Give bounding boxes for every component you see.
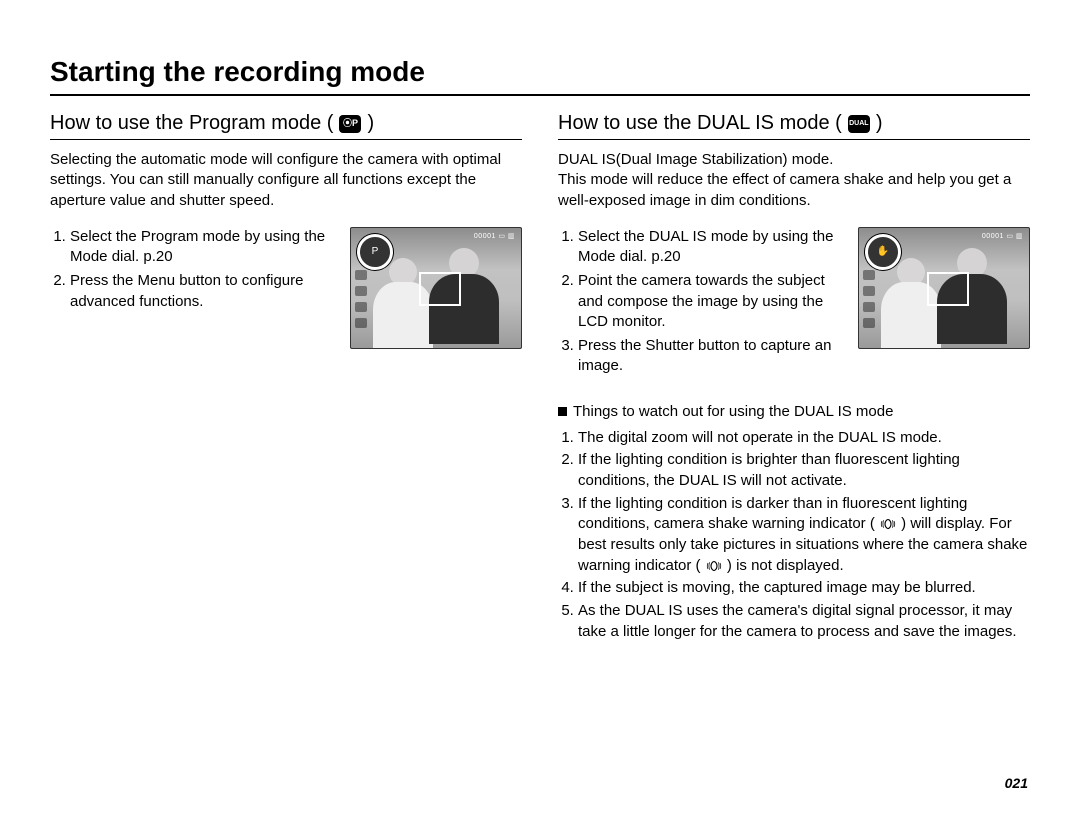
list-item: Select the Program mode by using the Mod… (70, 227, 340, 268)
right-title-prefix: How to use the DUAL IS mode ( (558, 112, 842, 135)
left-title-suffix: ) (367, 112, 374, 135)
list-item: If the lighting condition is brighter th… (578, 450, 1030, 491)
right-step-list: Select the DUAL IS mode by using the Mod… (558, 227, 848, 377)
camera-shake-icon (879, 517, 897, 531)
list-item: Press the Menu button to configure advan… (70, 271, 340, 312)
lcd-preview-program: P 00001 ▭ ▥ (350, 227, 522, 349)
left-section-title: How to use the Program mode ( ⦿P ) (50, 112, 522, 140)
left-intro: Selecting the automatic mode will config… (50, 150, 522, 211)
right-intro: DUAL IS(Dual Image Stabilization) mode. … (558, 150, 1030, 211)
list-item: If the lighting condition is darker than… (578, 494, 1030, 577)
watch-subheading: Things to watch out for using the DUAL I… (558, 403, 1030, 420)
list-item: If the subject is moving, the captured i… (578, 578, 1030, 599)
left-step-list: Select the Program mode by using the Mod… (50, 227, 340, 312)
list-item: Press the Shutter button to capture an i… (578, 336, 848, 377)
program-mode-icon: ⦿P (339, 115, 361, 133)
lcd-status-text: 00001 ▭ ▥ (474, 232, 515, 240)
lcd-preview-dual-is: ✋ 00001 ▭ ▥ (858, 227, 1030, 349)
page-title: Starting the recording mode (50, 56, 1030, 96)
lcd-side-icons (355, 270, 367, 328)
left-step-block: Select the Program mode by using the Mod… (50, 227, 522, 349)
lcd-side-icons (863, 270, 875, 328)
right-column: How to use the DUAL IS mode ( DUAL ) DUA… (558, 112, 1030, 644)
list-item: Point the camera towards the subject and… (578, 271, 848, 332)
watch-list: The digital zoom will not operate in the… (558, 428, 1030, 643)
lcd-status-text: 00001 ▭ ▥ (982, 232, 1023, 240)
text: ) is not displayed. (727, 557, 844, 574)
list-item: As the DUAL IS uses the camera's digital… (578, 601, 1030, 642)
page-number: 021 (1005, 775, 1028, 791)
list-item: The digital zoom will not operate in the… (578, 428, 1030, 449)
right-steps: Select the DUAL IS mode by using the Mod… (558, 227, 848, 381)
list-item: Select the DUAL IS mode by using the Mod… (578, 227, 848, 268)
left-column: How to use the Program mode ( ⦿P ) Selec… (50, 112, 522, 644)
camera-shake-icon (705, 559, 723, 573)
right-section-title: How to use the DUAL IS mode ( DUAL ) (558, 112, 1030, 140)
watch-subheading-text: Things to watch out for using the DUAL I… (573, 403, 893, 420)
dual-is-mode-icon: DUAL (848, 115, 870, 133)
mode-dial-icon: ✋ (865, 234, 901, 270)
square-bullet-icon (558, 407, 567, 416)
content-columns: How to use the Program mode ( ⦿P ) Selec… (50, 112, 1030, 644)
left-title-prefix: How to use the Program mode ( (50, 112, 333, 135)
left-steps: Select the Program mode by using the Mod… (50, 227, 340, 316)
right-title-suffix: ) (876, 112, 883, 135)
focus-frame-icon (927, 272, 969, 306)
manual-page: Starting the recording mode How to use t… (0, 0, 1080, 815)
right-step-block: Select the DUAL IS mode by using the Mod… (558, 227, 1030, 381)
focus-frame-icon (419, 272, 461, 306)
mode-dial-icon: P (357, 234, 393, 270)
